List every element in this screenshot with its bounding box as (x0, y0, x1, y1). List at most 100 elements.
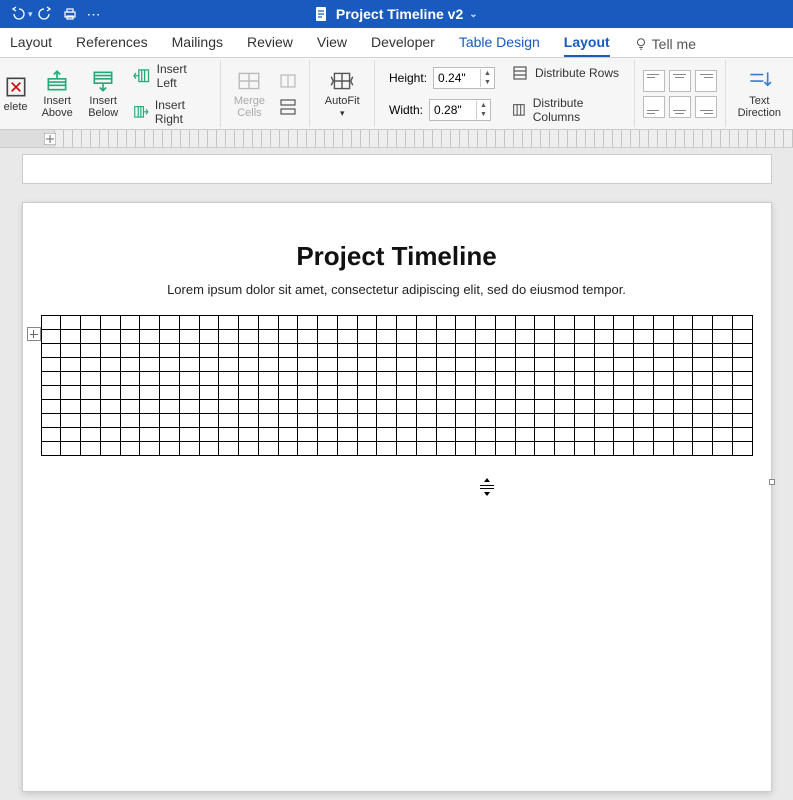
table-cell[interactable] (436, 386, 456, 400)
table-cell[interactable] (100, 372, 120, 386)
table-cell[interactable] (634, 330, 654, 344)
table-cell[interactable] (199, 386, 219, 400)
table-cell[interactable] (318, 414, 338, 428)
table-cell[interactable] (515, 358, 535, 372)
table-cell[interactable] (61, 358, 81, 372)
table-cell[interactable] (594, 414, 614, 428)
table-cell[interactable] (594, 372, 614, 386)
table-cell[interactable] (357, 344, 377, 358)
table-cell[interactable] (713, 372, 733, 386)
table-cell[interactable] (456, 330, 476, 344)
table-cell[interactable] (416, 442, 436, 456)
table-cell[interactable] (61, 400, 81, 414)
table-cell[interactable] (239, 428, 259, 442)
table-row[interactable] (41, 330, 752, 344)
table-cell[interactable] (120, 358, 140, 372)
table-cell[interactable] (120, 414, 140, 428)
table-cell[interactable] (673, 330, 693, 344)
table-cell[interactable] (61, 414, 81, 428)
table-cell[interactable] (594, 442, 614, 456)
table-cell[interactable] (693, 330, 713, 344)
table-cell[interactable] (298, 372, 318, 386)
table-cell[interactable] (535, 372, 555, 386)
table-cell[interactable] (693, 386, 713, 400)
table-cell[interactable] (476, 414, 496, 428)
table-cell[interactable] (278, 428, 298, 442)
table-cell[interactable] (416, 358, 436, 372)
table-cell[interactable] (377, 344, 397, 358)
table-cell[interactable] (199, 372, 219, 386)
table-cell[interactable] (258, 428, 278, 442)
table-cell[interactable] (61, 442, 81, 456)
table-cell[interactable] (594, 344, 614, 358)
table-row[interactable] (41, 344, 752, 358)
table-cell[interactable] (634, 414, 654, 428)
tab-view[interactable]: View (317, 34, 347, 57)
table-cell[interactable] (179, 414, 199, 428)
table-cell[interactable] (179, 358, 199, 372)
table-cell[interactable] (179, 330, 199, 344)
table-cell[interactable] (41, 344, 61, 358)
table-cell[interactable] (140, 358, 160, 372)
table-cell[interactable] (574, 372, 594, 386)
table-cell[interactable] (318, 358, 338, 372)
table-cell[interactable] (594, 428, 614, 442)
table-cell[interactable] (258, 400, 278, 414)
table-cell[interactable] (713, 358, 733, 372)
table-cell[interactable] (476, 442, 496, 456)
table-cell[interactable] (278, 386, 298, 400)
table-cell[interactable] (456, 316, 476, 330)
table-cell[interactable] (298, 358, 318, 372)
table-cell[interactable] (239, 358, 259, 372)
table-cell[interactable] (555, 344, 575, 358)
table-cell[interactable] (515, 414, 535, 428)
table-cell[interactable] (258, 442, 278, 456)
table-cell[interactable] (377, 316, 397, 330)
document-workspace[interactable]: Project Timeline Lorem ipsum dolor sit a… (0, 148, 793, 800)
table-cell[interactable] (160, 358, 180, 372)
tab-layout-page[interactable]: Layout (10, 34, 52, 57)
tab-table-design[interactable]: Table Design (459, 34, 540, 57)
table-cell[interactable] (337, 428, 357, 442)
table-cell[interactable] (278, 442, 298, 456)
table-cell[interactable] (81, 414, 101, 428)
table-cell[interactable] (239, 400, 259, 414)
tab-references[interactable]: References (76, 34, 148, 57)
table-cell[interactable] (634, 372, 654, 386)
table-cell[interactable] (397, 442, 417, 456)
document-title[interactable]: Project Timeline v2 ⌄ (105, 6, 687, 22)
table-cell[interactable] (120, 372, 140, 386)
table-cell[interactable] (732, 414, 752, 428)
table-cell[interactable] (298, 316, 318, 330)
table-row[interactable] (41, 316, 752, 330)
table-cell[interactable] (535, 316, 555, 330)
table-move-handle-icon[interactable] (44, 133, 56, 145)
table-cell[interactable] (436, 414, 456, 428)
table-cell[interactable] (535, 386, 555, 400)
tab-mailings[interactable]: Mailings (172, 34, 223, 57)
table-cell[interactable] (278, 372, 298, 386)
table-cell[interactable] (337, 316, 357, 330)
table-cell[interactable] (634, 428, 654, 442)
table-cell[interactable] (120, 428, 140, 442)
table-cell[interactable] (555, 400, 575, 414)
table-cell[interactable] (41, 386, 61, 400)
table-cell[interactable] (61, 428, 81, 442)
table-cell[interactable] (713, 386, 733, 400)
table-cell[interactable] (555, 316, 575, 330)
table-cell[interactable] (673, 372, 693, 386)
insert-below-button[interactable]: Insert Below (83, 66, 123, 121)
distribute-rows-button[interactable]: Distribute Rows (507, 62, 626, 84)
table-cell[interactable] (495, 316, 515, 330)
table-cell[interactable] (318, 344, 338, 358)
align-bottom-left[interactable] (643, 96, 665, 118)
distribute-columns-button[interactable]: Distribute Columns (507, 94, 626, 126)
table-cell[interactable] (495, 372, 515, 386)
table-cell[interactable] (436, 344, 456, 358)
table-cell[interactable] (456, 358, 476, 372)
table-cell[interactable] (535, 428, 555, 442)
table-cell[interactable] (100, 330, 120, 344)
height-step-down[interactable]: ▼ (481, 78, 494, 87)
table-cell[interactable] (120, 316, 140, 330)
table-cell[interactable] (377, 386, 397, 400)
